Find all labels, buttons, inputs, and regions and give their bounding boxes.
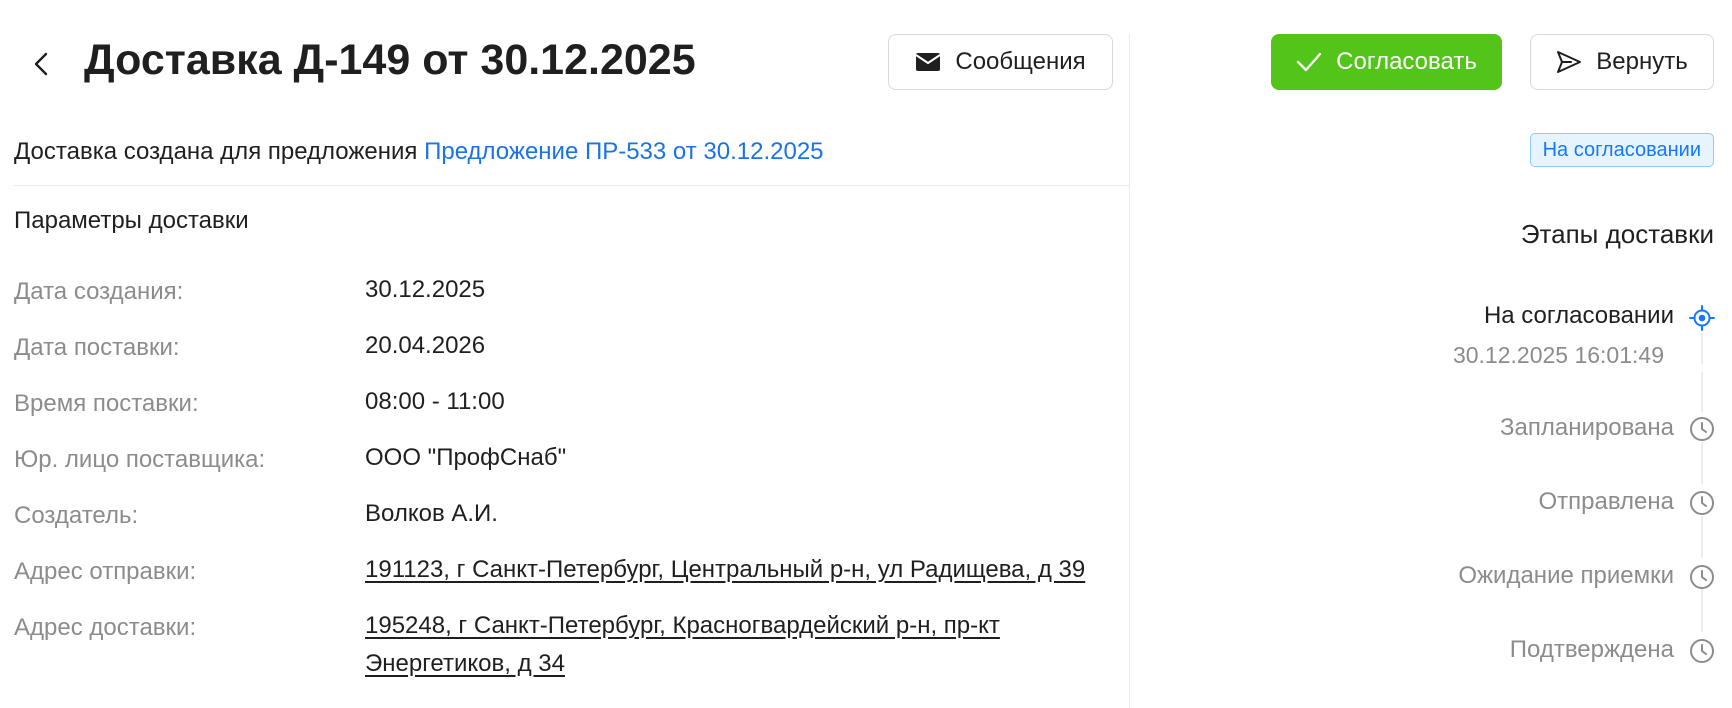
timeline-connector	[1701, 588, 1703, 632]
param-label: Юр. лицо поставщика:	[14, 446, 266, 473]
proposal-info: Доставка создана для предложения Предлож…	[14, 138, 824, 166]
stage-time: 30.12.2025 16:01:49	[1452, 342, 1664, 368]
messages-button[interactable]: Сообщения	[888, 34, 1113, 90]
side-panel: Согласовать Вернуть На согласовании Этап…	[1130, 0, 1732, 708]
delivery-address-link[interactable]: 195248, г Санкт-Петербург, Красногвардей…	[365, 607, 1105, 683]
param-label: Адрес отправки:	[14, 558, 197, 585]
chevron-left-icon	[34, 52, 48, 76]
stage-label: Отправлена	[1538, 488, 1674, 515]
divider	[14, 185, 1129, 186]
clock-icon	[1690, 417, 1714, 441]
timeline-connector	[1701, 372, 1703, 412]
timeline-connector	[1701, 516, 1703, 558]
param-label: Создатель:	[14, 502, 139, 529]
param-label: Дата создания:	[14, 278, 184, 305]
clock-icon	[1690, 565, 1714, 589]
target-icon	[1689, 305, 1715, 331]
param-value: 08:00 - 11:00	[365, 388, 505, 415]
param-value: ООО "ПрофСнаб"	[365, 444, 567, 471]
param-value: 20.04.2026	[365, 332, 486, 359]
envelope-icon	[915, 53, 941, 71]
stage-label: На согласовании	[1483, 302, 1674, 329]
messages-button-label: Сообщения	[955, 48, 1086, 75]
stages-timeline: На согласовании 30.12.2025 16:01:49 Запл…	[1130, 0, 1732, 708]
param-value: 30.12.2025	[365, 276, 486, 303]
stage-label: Подтверждена	[1509, 636, 1674, 663]
param-value: Волков А.И.	[365, 500, 498, 527]
timeline-connector	[1701, 332, 1703, 364]
clock-icon	[1690, 491, 1714, 515]
back-button[interactable]	[28, 48, 56, 80]
section-title: Параметры доставки	[14, 207, 249, 234]
clock-icon	[1690, 639, 1714, 663]
stage-label: Ожидание приемки	[1458, 562, 1674, 589]
page-title: Доставка Д-149 от 30.12.2025	[84, 36, 696, 84]
proposal-info-text: Доставка создана для предложения	[14, 138, 418, 165]
origin-address-link[interactable]: 191123, г Санкт-Петербург, Центральный р…	[365, 551, 1105, 589]
param-label: Время поставки:	[14, 390, 199, 417]
proposal-link[interactable]: Предложение ПР-533 от 30.12.2025	[424, 138, 823, 165]
timeline-connector	[1701, 442, 1703, 484]
param-label: Адрес доставки:	[14, 614, 197, 641]
param-label: Дата поставки:	[14, 334, 180, 361]
main-panel: Доставка Д-149 от 30.12.2025 Сообщения Д…	[0, 0, 1129, 708]
stage-label: Запланирована	[1500, 414, 1674, 441]
